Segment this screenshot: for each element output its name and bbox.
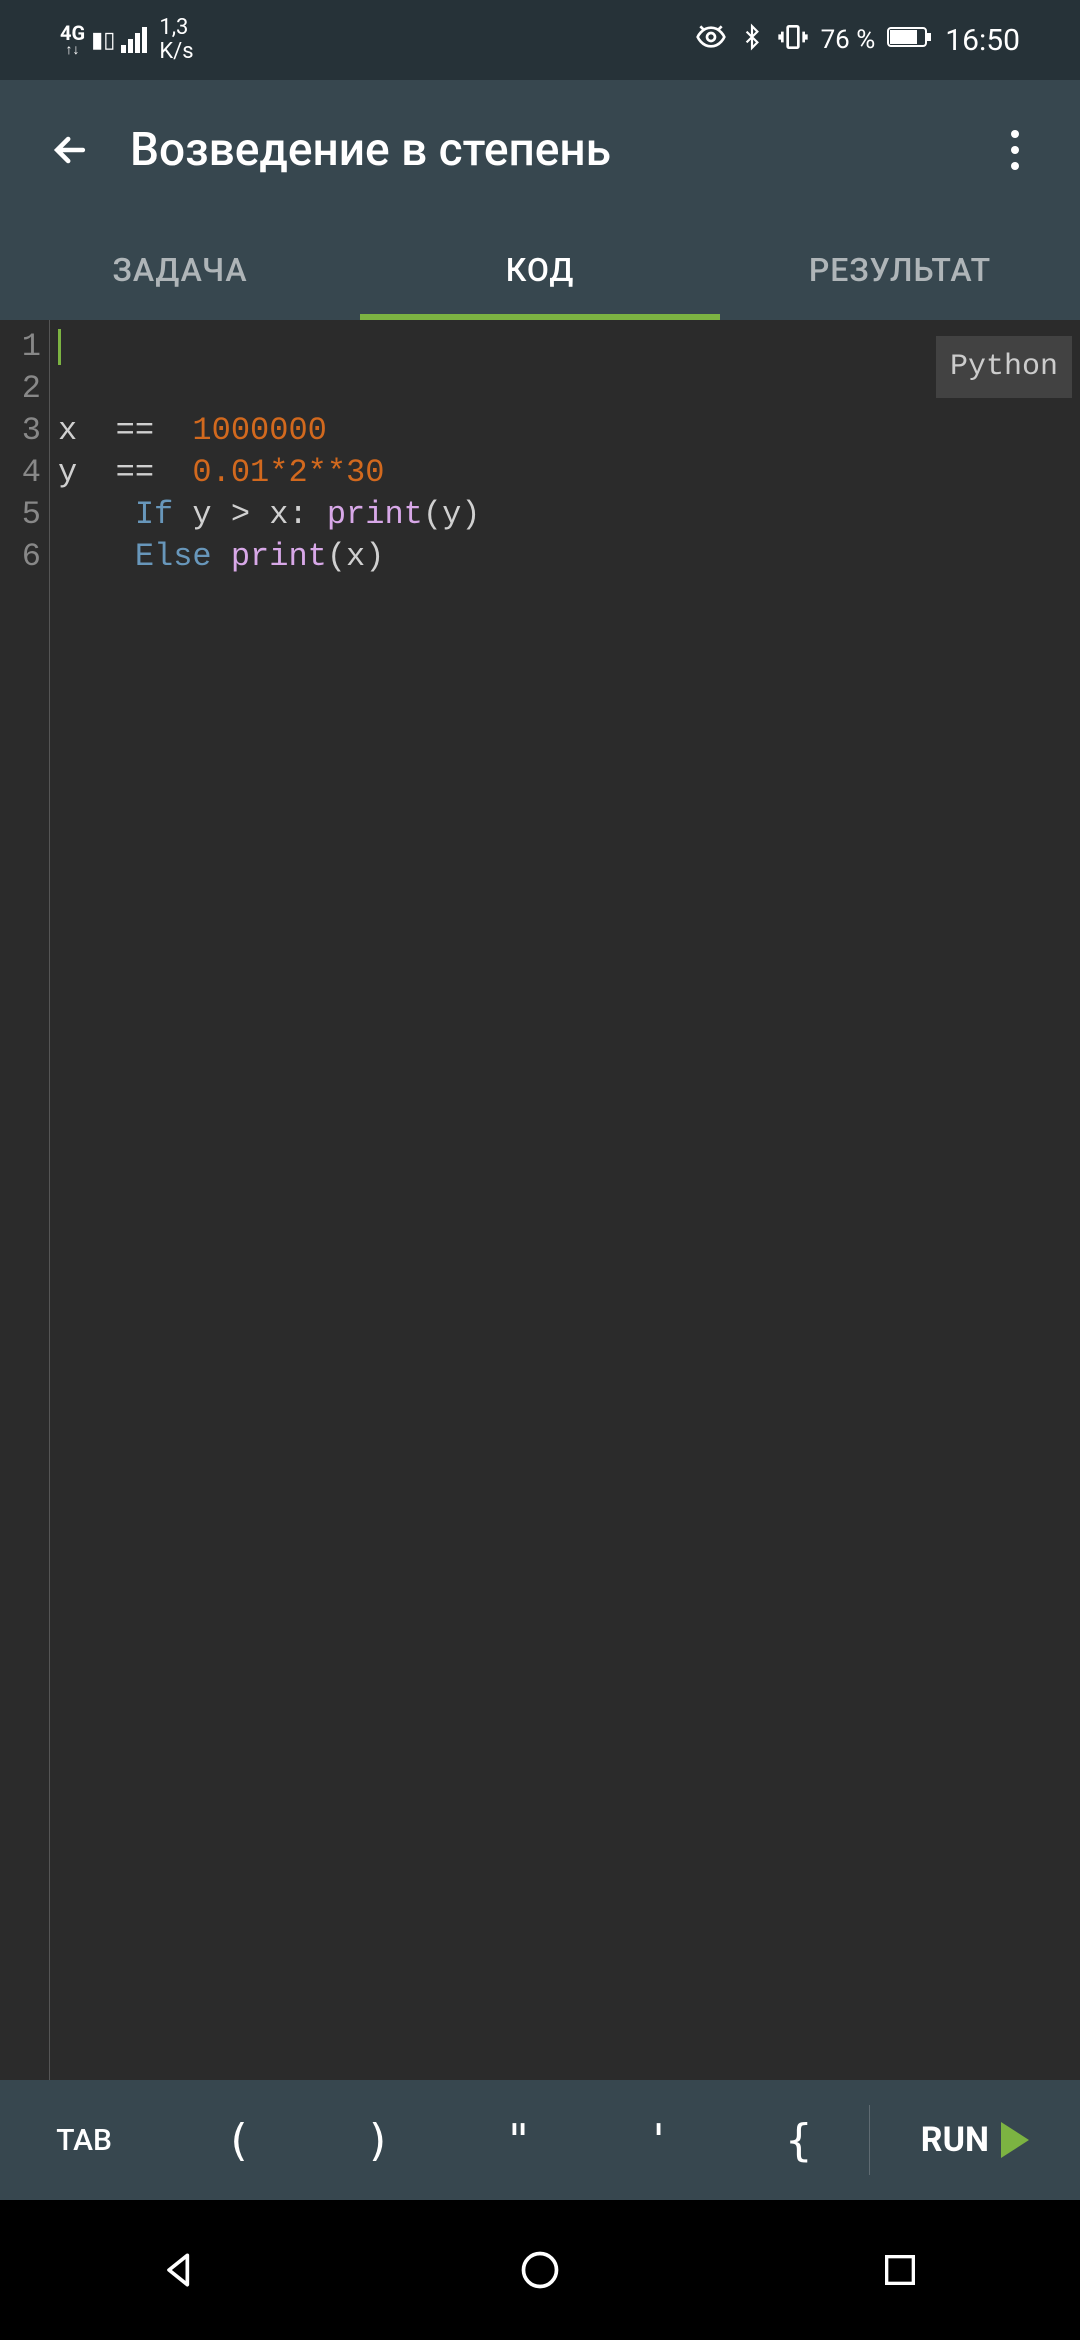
code-line-1 [58, 326, 1072, 368]
nav-home-button[interactable] [510, 2240, 570, 2300]
line-number: 2 [0, 368, 49, 410]
code-line-4: y == 0.01*2**30 [58, 452, 1072, 494]
lbrace-button[interactable]: { [729, 2080, 869, 2200]
signal-bars-icon [121, 27, 147, 53]
network-indicator: 4G ↑↓ ▮▯ [60, 23, 147, 57]
signal-icon: ▮▯ [91, 28, 115, 53]
lparen-button[interactable]: ( [168, 2080, 308, 2200]
status-right: 76 % 16:50 [695, 21, 1020, 60]
tab-code[interactable]: КОД [360, 220, 720, 320]
more-vertical-icon [1011, 130, 1019, 170]
tab-key-button[interactable]: TAB [0, 2080, 168, 2200]
clock: 16:50 [945, 23, 1020, 58]
tab-task[interactable]: ЗАДАЧА [0, 220, 360, 320]
battery-icon [887, 25, 933, 56]
rparen-button[interactable]: ) [308, 2080, 448, 2200]
line-number: 4 [0, 452, 49, 494]
run-label: RUN [921, 2120, 989, 2160]
code-line-2 [58, 368, 1072, 410]
line-number: 1 [0, 326, 49, 368]
play-icon [1001, 2122, 1029, 2158]
code-line-3: x == 1000000 [58, 410, 1072, 452]
network-speed: 1,3 K/s [159, 16, 193, 64]
symbol-toolbar: TAB ( ) " ' { RUN [0, 2080, 1080, 2200]
run-button[interactable]: RUN [870, 2120, 1080, 2160]
network-type: 4G [60, 23, 85, 43]
code-line-5: If y > x: print(y) [58, 494, 1072, 536]
code-line-6: Else print(x) [58, 536, 1072, 578]
status-left: 4G ↑↓ ▮▯ 1,3 K/s [60, 16, 194, 64]
language-badge: Python [936, 336, 1072, 398]
system-nav-bar [0, 2200, 1080, 2340]
line-number: 5 [0, 494, 49, 536]
line-number: 6 [0, 536, 49, 578]
cursor [58, 329, 61, 365]
code-content[interactable]: x == 1000000 y == 0.01*2**30 If y > x: p… [50, 320, 1080, 2080]
code-editor[interactable]: 1 2 3 4 5 6 x == 1000000 y == 0.01*2**30… [0, 320, 1080, 2080]
eye-icon [695, 21, 727, 60]
squote-button[interactable]: ' [589, 2080, 729, 2200]
line-gutter: 1 2 3 4 5 6 [0, 320, 50, 2080]
nav-recent-button[interactable] [870, 2240, 930, 2300]
battery-percent: 76 % [821, 25, 876, 55]
nav-back-button[interactable] [150, 2240, 210, 2300]
line-number: 3 [0, 410, 49, 452]
vibrate-icon [777, 21, 809, 60]
page-title: Возведение в степень [130, 123, 990, 177]
app-bar: Возведение в степень [0, 80, 1080, 220]
dquote-button[interactable]: " [448, 2080, 588, 2200]
more-button[interactable] [990, 130, 1040, 170]
tab-result[interactable]: РЕЗУЛЬТАТ [720, 220, 1080, 320]
tabs: ЗАДАЧА КОД РЕЗУЛЬТАТ [0, 220, 1080, 320]
back-button[interactable] [40, 128, 100, 172]
status-bar: 4G ↑↓ ▮▯ 1,3 K/s 76 % [0, 0, 1080, 80]
bluetooth-icon [739, 21, 765, 60]
